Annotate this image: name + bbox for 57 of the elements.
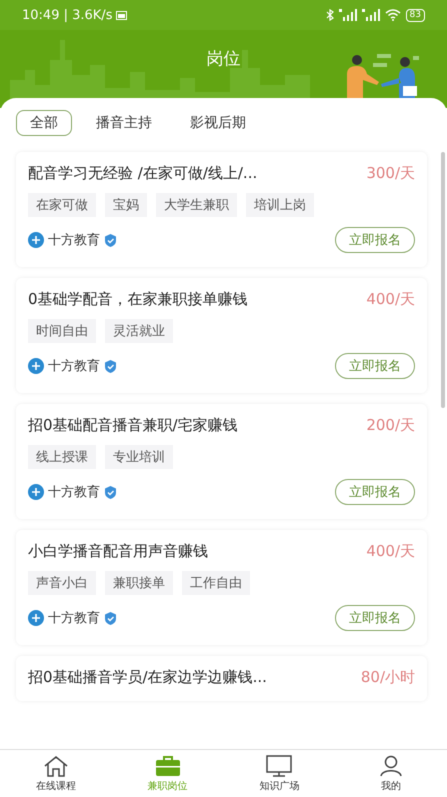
job-card[interactable]: 小白学播音配音用声音赚钱 400/天 声音小白 兼职接单 工作自由 十方教育 立即报名 — [16, 530, 427, 645]
nav-tab[interactable]: 知识广场 — [224, 750, 336, 797]
job-title: 小白学播音配音用声音赚钱 — [28, 542, 208, 561]
category-tab[interactable]: 播音主持 — [82, 110, 166, 136]
job-title: 0基础学配音，在家兼职接单赚钱 — [28, 290, 248, 309]
job-card[interactable]: 0基础学配音，在家兼职接单赚钱 400/天 时间自由 灵活就业 十方教育 立即报名 — [16, 278, 427, 393]
briefcase-icon — [154, 754, 181, 776]
job-tag: 时间自由 — [28, 319, 96, 343]
category-tab[interactable]: 全部 — [16, 110, 72, 136]
apply-button[interactable]: 立即报名 — [335, 479, 415, 505]
plus-icon — [28, 484, 44, 500]
plus-icon — [28, 358, 44, 374]
plus-icon — [28, 610, 44, 626]
apply-button[interactable]: 立即报名 — [335, 353, 415, 379]
scrollbar[interactable] — [441, 152, 445, 408]
job-salary: 400/天 — [366, 542, 415, 561]
nav-tab[interactable]: 在线课程 — [0, 750, 112, 797]
job-tag: 工作自由 — [182, 571, 250, 595]
job-title: 配音学习无经验 /在家可做/线上/... — [28, 164, 258, 183]
job-salary: 200/天 — [366, 416, 415, 435]
company-name: 十方教育 — [48, 358, 100, 375]
company-name: 十方教育 — [48, 232, 100, 249]
job-tag: 灵活就业 — [105, 319, 173, 343]
battery-icon: 83 — [406, 8, 425, 22]
job-salary: 80/小时 — [360, 668, 415, 687]
page-title: 岗位 — [206, 48, 240, 70]
job-tag: 声音小白 — [28, 571, 96, 595]
job-tag: 培训上岗 — [246, 193, 314, 217]
job-tag: 线上授课 — [28, 445, 96, 469]
job-salary: 300/天 — [366, 164, 415, 183]
job-salary: 400/天 — [366, 290, 415, 309]
job-card[interactable]: 招0基础配音播音兼职/宅家赚钱 200/天 线上授课 专业培训 十方教育 立即报名 — [16, 404, 427, 519]
apply-button[interactable]: 立即报名 — [335, 227, 415, 253]
wifi-icon — [384, 9, 401, 21]
signal-icon — [362, 9, 380, 21]
apply-button[interactable]: 立即报名 — [335, 605, 415, 631]
nav-tab[interactable]: 我的 — [335, 750, 447, 797]
status-time: 10:49 | 3.6K/s — [22, 8, 112, 22]
category-tab[interactable]: 影视后期 — [176, 110, 260, 136]
person-icon — [378, 754, 404, 776]
job-tag: 在家可做 — [28, 193, 96, 217]
signal-icon — [338, 9, 357, 21]
job-tag: 兼职接单 — [105, 571, 173, 595]
company-name: 十方教育 — [48, 610, 100, 627]
job-title: 招0基础配音播音兼职/宅家赚钱 — [28, 416, 238, 435]
plus-icon — [28, 232, 44, 248]
monitor-icon — [265, 754, 294, 776]
job-card[interactable]: 招0基础播音学员/在家边学边赚钱... 80/小时 — [16, 656, 427, 701]
notification-icon — [116, 10, 128, 20]
job-tag: 专业培训 — [105, 445, 173, 469]
company-name: 十方教育 — [48, 484, 100, 501]
home-icon — [42, 754, 69, 776]
bluetooth-icon — [326, 9, 334, 21]
job-title: 招0基础播音学员/在家边学边赚钱... — [28, 668, 267, 687]
job-card[interactable]: 配音学习无经验 /在家可做/线上/... 300/天 在家可做 宝妈 大学生兼职 培训上岗 十方教育 立即报名 — [16, 152, 427, 267]
job-tag: 宝妈 — [105, 193, 147, 217]
job-tag: 大学生兼职 — [156, 193, 237, 217]
